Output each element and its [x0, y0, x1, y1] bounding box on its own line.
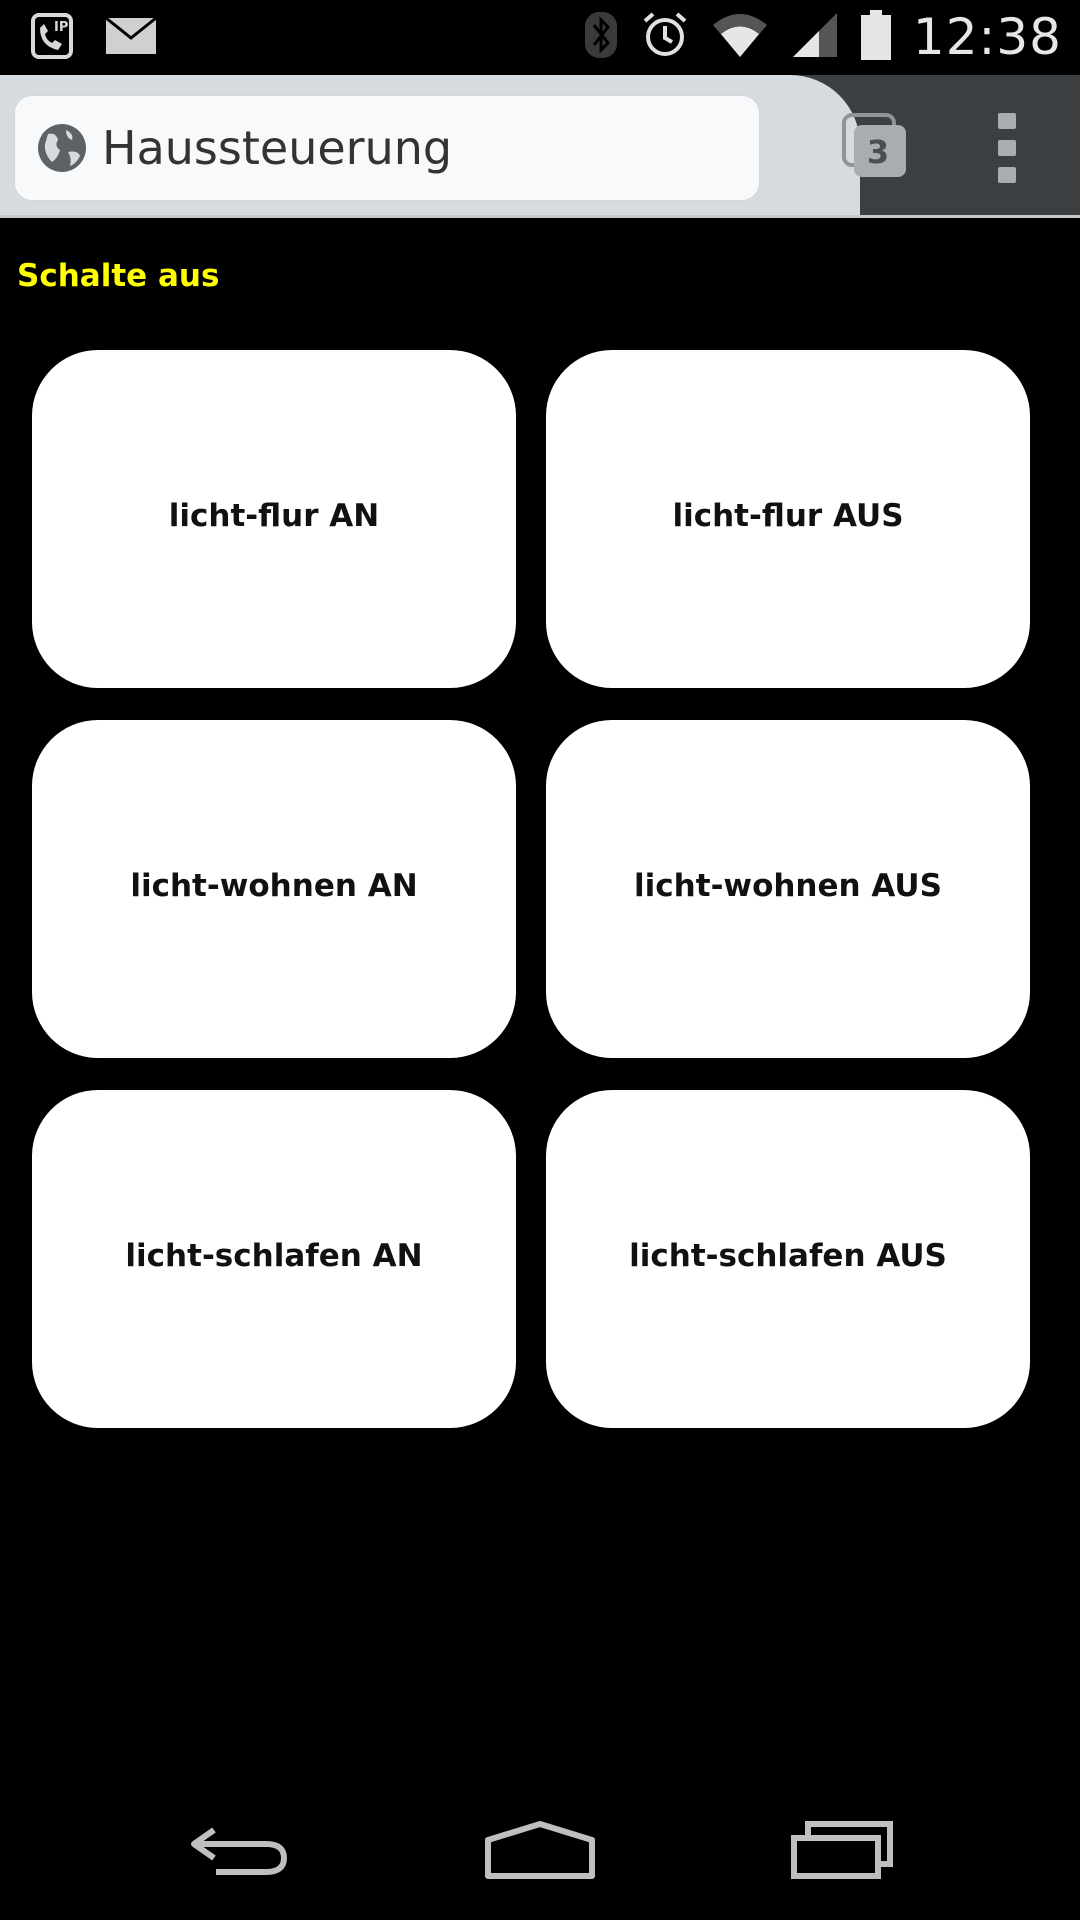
- licht-wohnen-an-button[interactable]: licht-wohnen AN: [32, 720, 516, 1058]
- switch-grid: licht-flur AN licht-flur AUS licht-wohne…: [32, 350, 1030, 1428]
- licht-schlafen-an-button[interactable]: licht-schlafen AN: [32, 1090, 516, 1428]
- licht-flur-an-button[interactable]: licht-flur AN: [32, 350, 516, 688]
- navigation-bar: [0, 1790, 1080, 1920]
- url-text: Haussteuerung: [102, 121, 453, 175]
- toolbar-divider: [0, 215, 1080, 218]
- url-bar[interactable]: Haussteuerung: [14, 95, 760, 201]
- signal-icon: [791, 11, 839, 64]
- page-heading: Schalte aus: [17, 258, 220, 294]
- wifi-icon: [711, 11, 769, 64]
- tab-switcher-button[interactable]: 3: [842, 113, 908, 179]
- button-label: licht-flur AUS: [672, 498, 904, 534]
- overflow-menu-button[interactable]: [995, 113, 1019, 183]
- mail-icon: [104, 16, 158, 61]
- button-label: licht-flur AN: [168, 498, 380, 534]
- alarm-icon: [641, 11, 689, 64]
- recent-apps-icon[interactable]: [790, 1820, 896, 1885]
- menu-dot-icon: [998, 167, 1016, 183]
- menu-dot-icon: [998, 113, 1016, 129]
- button-label: licht-wohnen AN: [130, 868, 418, 904]
- licht-wohnen-aus-button[interactable]: licht-wohnen AUS: [546, 720, 1030, 1058]
- button-label: licht-schlafen AUS: [629, 1238, 947, 1274]
- status-bar: IP 12:38: [0, 0, 1080, 75]
- menu-dot-icon: [998, 140, 1016, 156]
- clock: 12:38: [912, 8, 1062, 66]
- browser-toolbar: Haussteuerung 3: [0, 75, 1080, 218]
- globe-icon: [36, 122, 88, 174]
- battery-icon: [860, 9, 891, 65]
- button-label: licht-wohnen AUS: [634, 868, 942, 904]
- bluetooth-icon: [583, 10, 619, 65]
- svg-text:IP: IP: [54, 20, 68, 35]
- sip-call-icon: IP: [30, 12, 74, 65]
- home-icon[interactable]: [484, 1820, 596, 1885]
- licht-flur-aus-button[interactable]: licht-flur AUS: [546, 350, 1030, 688]
- back-icon[interactable]: [186, 1820, 290, 1885]
- button-label: licht-schlafen AN: [125, 1238, 423, 1274]
- licht-schlafen-aus-button[interactable]: licht-schlafen AUS: [546, 1090, 1030, 1428]
- tab-count: 3: [866, 133, 890, 171]
